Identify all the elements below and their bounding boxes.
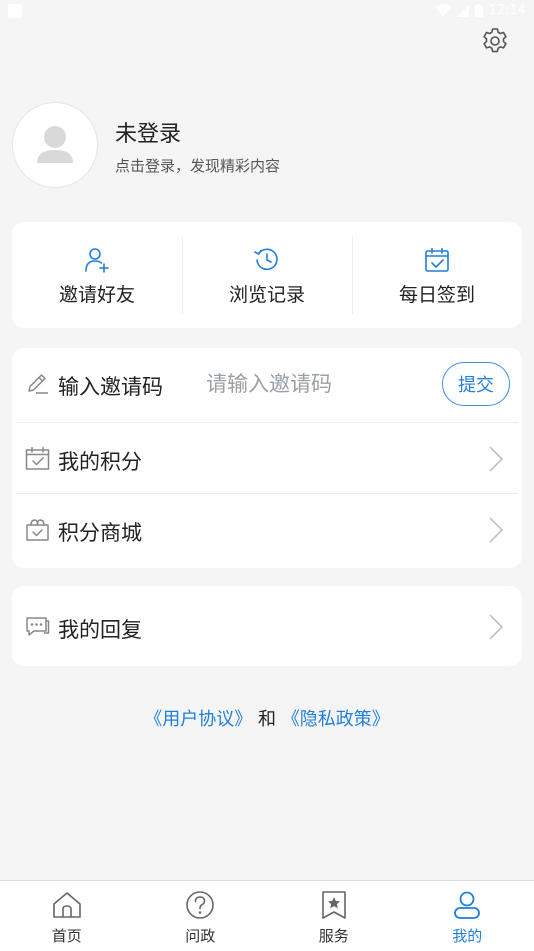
tab-me-label: 我的 (401, 925, 534, 946)
history-icon (253, 246, 281, 274)
profile-header[interactable]: 未登录 点击登录，发现精彩内容 (12, 100, 522, 190)
my-replies-label: 我的回复 (58, 614, 142, 644)
settings-gear-icon[interactable] (480, 26, 510, 56)
invite-code-input[interactable] (206, 364, 426, 404)
quick-actions-card: 邀请好友 浏览记录 每日签到 (12, 222, 522, 328)
signal-icon (457, 5, 469, 17)
home-icon (51, 889, 83, 921)
daily-checkin-button[interactable]: 每日签到 (352, 222, 522, 328)
chat-bubble-icon (25, 614, 50, 639)
tab-home[interactable]: 首页 (0, 881, 134, 951)
privacy-policy-link[interactable]: 《隐私政策》 (282, 709, 390, 730)
legal-links: 《用户协议》 和 《隐私政策》 (0, 705, 534, 731)
add-user-icon (83, 246, 111, 274)
chevron-right-icon (488, 613, 504, 641)
and-text: 和 (258, 709, 276, 730)
bookmark-star-icon (318, 889, 350, 921)
calendar-check-icon (423, 246, 451, 274)
my-replies-row[interactable]: 我的回复 (12, 591, 522, 661)
daily-checkin-label: 每日签到 (352, 280, 522, 307)
notification-icon (8, 4, 22, 18)
my-points-row[interactable]: 我的积分 (12, 423, 522, 493)
pencil-icon (25, 371, 50, 396)
replies-card: 我的回复 (12, 586, 522, 666)
tab-inquiry-label: 问政 (134, 925, 268, 946)
battery-icon (475, 4, 483, 17)
calendar-check-icon (25, 446, 50, 471)
invite-code-label: 输入邀请码 (58, 371, 163, 401)
points-mall-row[interactable]: 积分商城 (12, 494, 522, 564)
tab-inquiry[interactable]: 问政 (134, 881, 268, 951)
chevron-right-icon (488, 516, 504, 544)
wifi-icon (435, 4, 451, 18)
login-status-title[interactable]: 未登录 (115, 116, 181, 148)
invite-friends-label: 邀请好友 (12, 280, 182, 307)
status-time: 12:14 (489, 3, 526, 18)
browse-history-label: 浏览记录 (182, 280, 352, 307)
user-agreement-link[interactable]: 《用户协议》 (144, 709, 252, 730)
browse-history-button[interactable]: 浏览记录 (182, 222, 352, 328)
tab-me[interactable]: 我的 (401, 881, 534, 951)
tab-services-label: 服务 (267, 925, 401, 946)
submit-invite-button[interactable]: 提交 (442, 362, 510, 406)
chevron-right-icon (488, 445, 504, 473)
bottom-tab-bar: 首页 问政 服务 我的 (0, 880, 534, 951)
tab-services[interactable]: 服务 (267, 881, 401, 951)
my-points-label: 我的积分 (58, 446, 142, 476)
user-icon (451, 889, 483, 921)
question-icon (184, 889, 216, 921)
gift-box-icon (25, 517, 50, 542)
default-avatar-icon (13, 103, 97, 187)
invite-code-row: 输入邀请码 提交 (12, 348, 522, 418)
status-bar: 12:14 (0, 0, 534, 24)
account-menu-card: 输入邀请码 提交 我的积分 积分商城 (12, 348, 522, 568)
avatar[interactable] (12, 102, 98, 188)
points-mall-label: 积分商城 (58, 517, 142, 547)
login-prompt-subtitle[interactable]: 点击登录，发现精彩内容 (115, 155, 280, 176)
tab-home-label: 首页 (0, 925, 134, 946)
invite-friends-button[interactable]: 邀请好友 (12, 222, 182, 328)
